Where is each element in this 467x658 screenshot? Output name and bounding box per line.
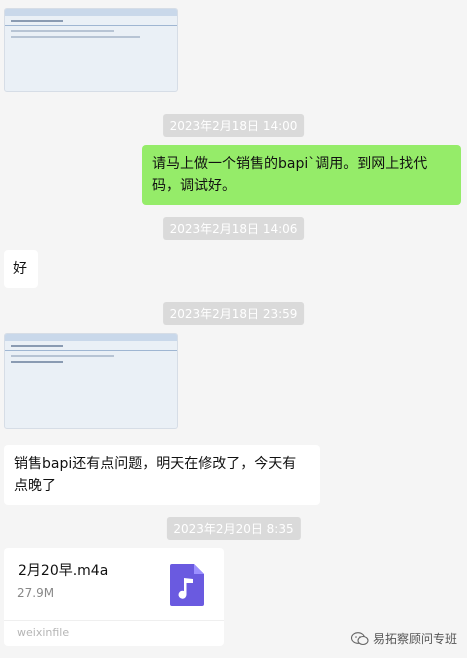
- chat-bubble-outgoing[interactable]: 请马上做一个销售的bapi`调用。到网上找代码，调试好。: [142, 145, 461, 205]
- thumbnail-line: [11, 36, 140, 38]
- screenshot-thumbnail[interactable]: [4, 333, 178, 429]
- file-name: 2月20早.m4a: [18, 563, 109, 579]
- thumbnail-line: [11, 345, 63, 347]
- timestamp: 2023年2月20日 8:35: [166, 517, 301, 540]
- thumbnail-titlebar: [5, 9, 177, 16]
- timestamp: 2023年2月18日 14:00: [162, 114, 305, 137]
- chat-bubble-incoming[interactable]: 好: [4, 250, 38, 288]
- thumbnail-line: [11, 355, 115, 357]
- thumbnail-divider: [5, 25, 177, 26]
- thumbnail-line: [11, 361, 63, 363]
- timestamp: 2023年2月18日 14:06: [162, 217, 305, 240]
- thumbnail-line: [11, 20, 63, 22]
- chat-bubble-incoming[interactable]: 销售bapi还有点问题，明天在修改了，今天有点晚了: [4, 445, 320, 505]
- music-note-icon: [170, 564, 204, 606]
- screenshot-thumbnail[interactable]: [4, 8, 178, 92]
- watermark-label: 易拓察顾问专班: [372, 632, 457, 646]
- wechat-logo: [350, 631, 369, 645]
- watermark: 易拓察顾问专班: [350, 630, 457, 647]
- file-attachment-card[interactable]: 2月20早.m4a 27.9M weixinfile: [4, 548, 224, 646]
- thumbnail-divider: [5, 350, 177, 351]
- thumbnail-titlebar: [5, 334, 177, 341]
- timestamp: 2023年2月18日 23:59: [162, 302, 305, 325]
- file-size: 27.9M: [17, 586, 55, 600]
- file-source: weixinfile: [17, 626, 70, 639]
- divider: [4, 620, 224, 621]
- thumbnail-line: [11, 30, 115, 32]
